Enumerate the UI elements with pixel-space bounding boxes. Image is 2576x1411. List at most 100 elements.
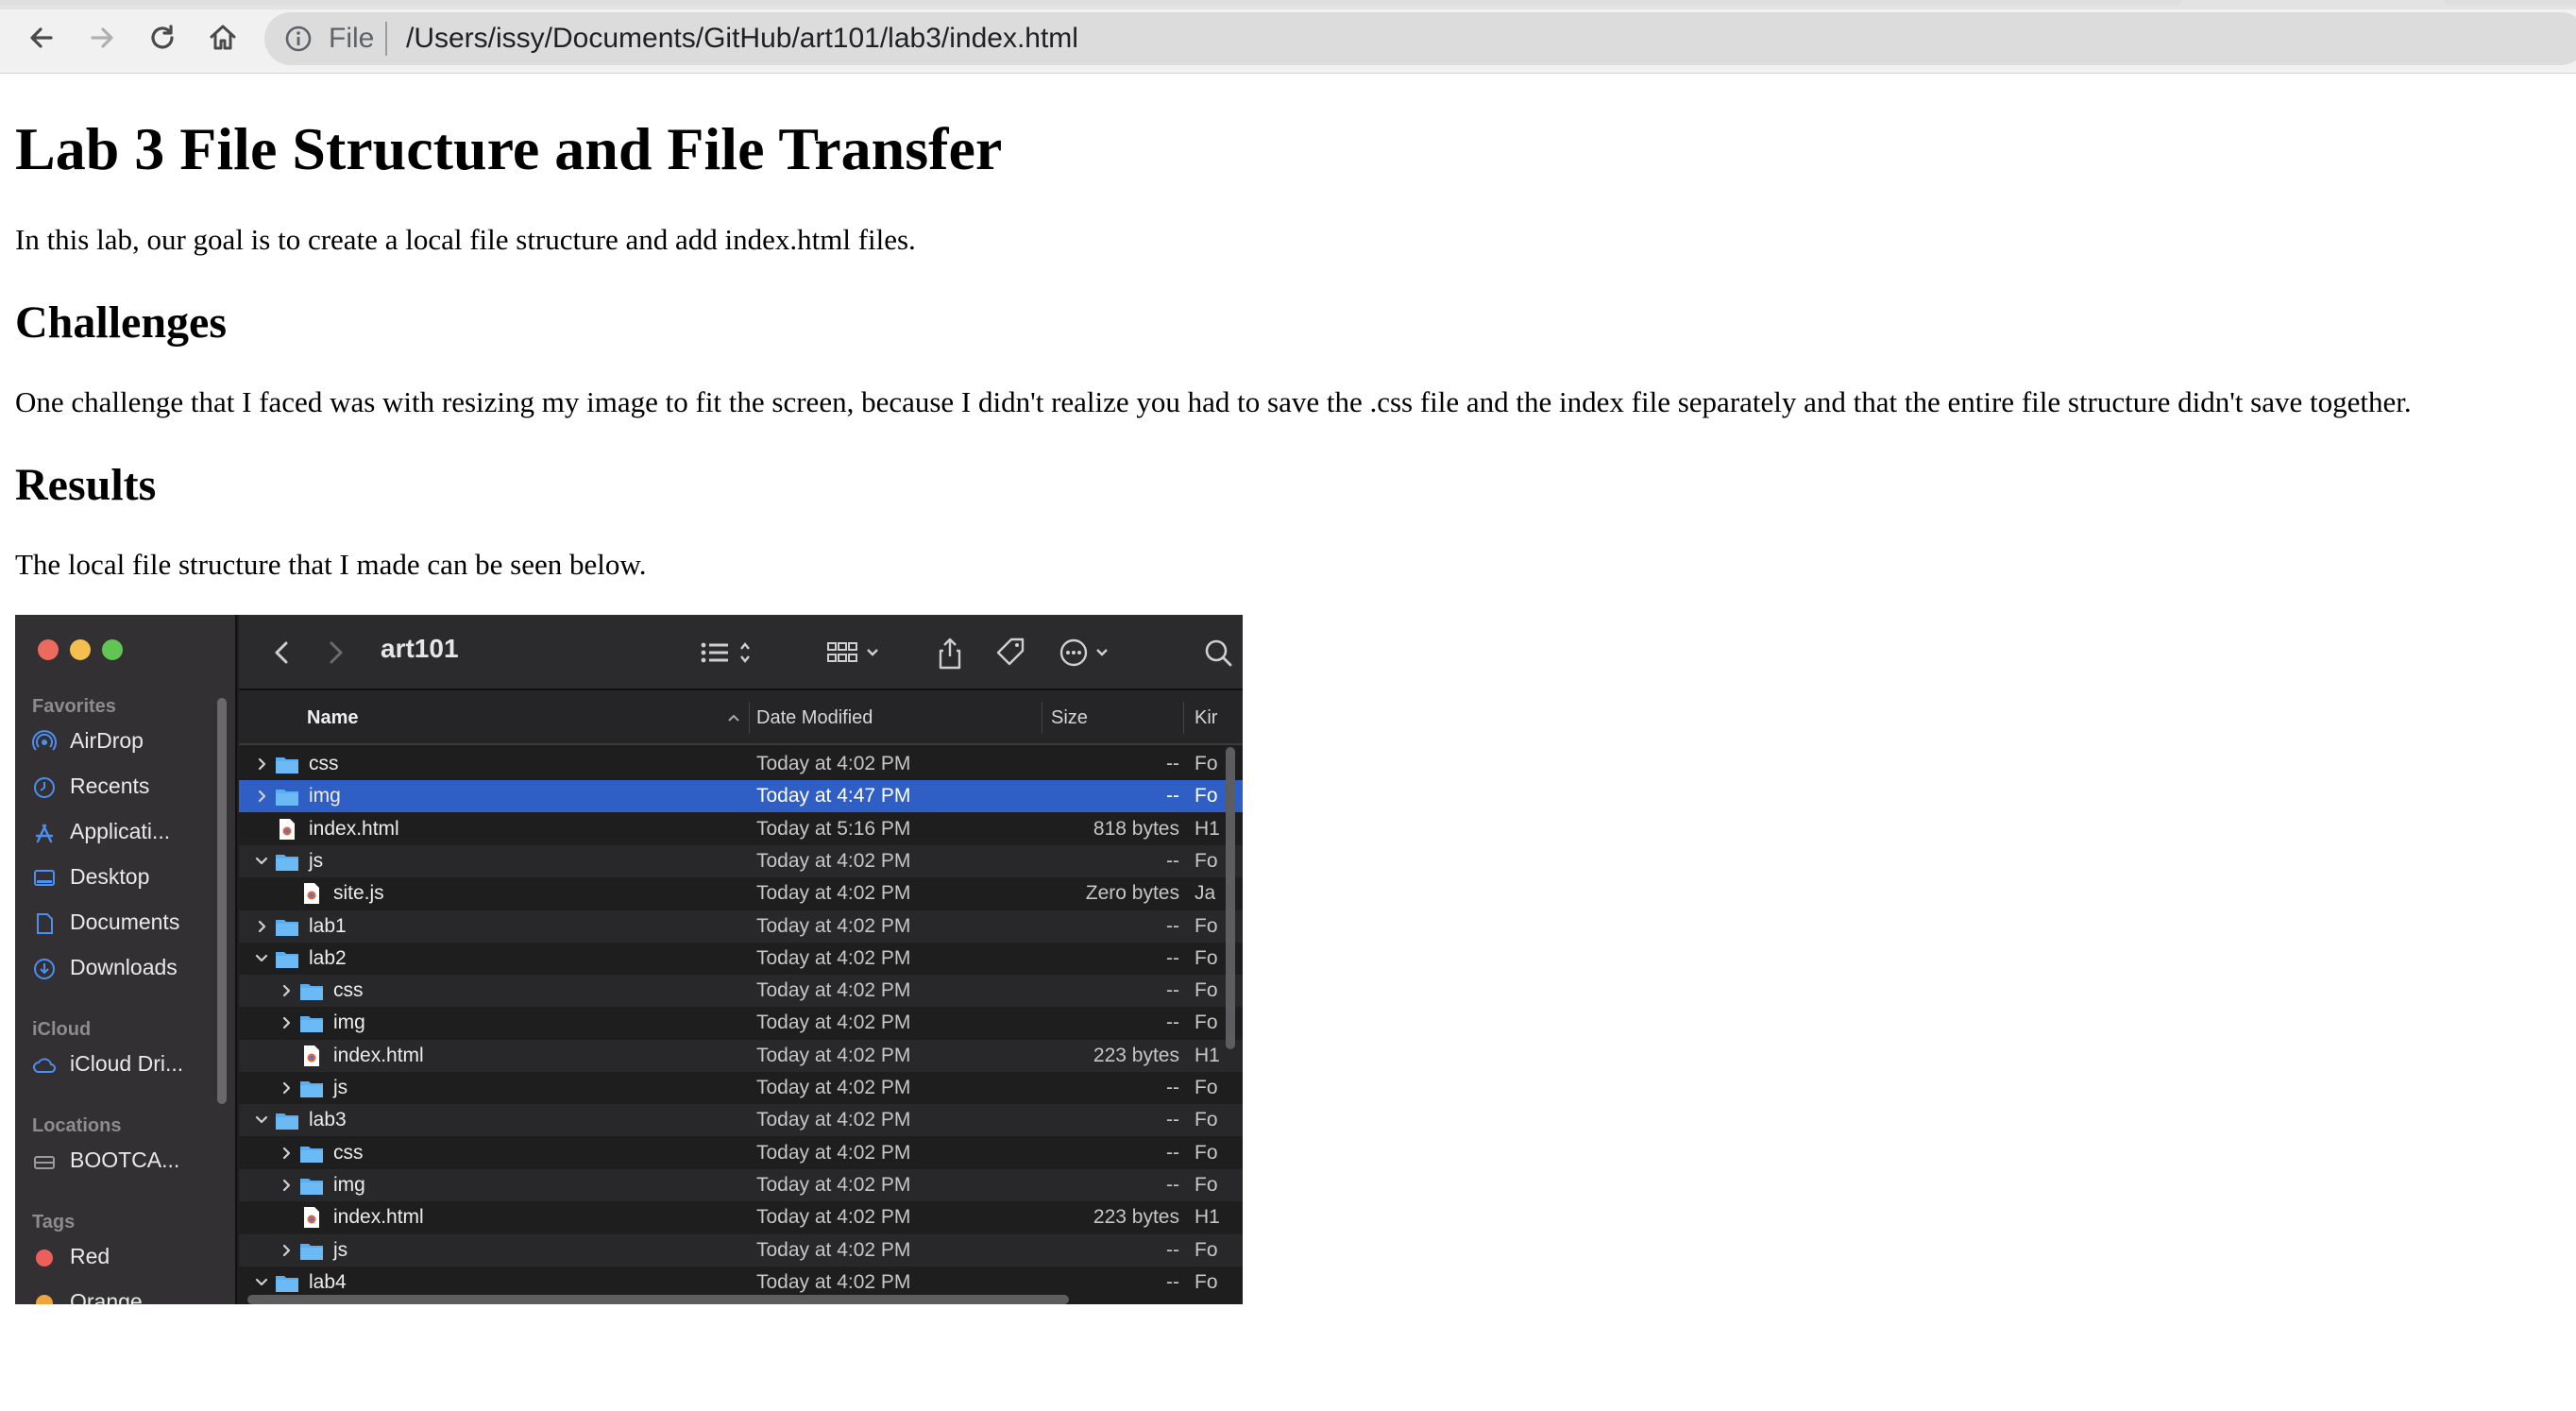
file-name: css xyxy=(333,1141,364,1164)
sidebar-section-favorites: Favorites xyxy=(32,696,116,717)
file-date-modified: Today at 4:02 PM xyxy=(756,849,911,872)
file-icon xyxy=(304,883,319,905)
file-date-modified: Today at 4:02 PM xyxy=(756,753,911,774)
file-row: css Today at 4:02 PM -- Fo xyxy=(239,975,1243,1008)
file-name: img xyxy=(333,1012,365,1034)
sort-ascending-icon xyxy=(728,714,739,722)
file-name: lab3 xyxy=(309,1109,347,1131)
close-dot xyxy=(38,639,59,660)
sidebar-item-label: AirDrop xyxy=(70,728,144,753)
address-bar[interactable]: File /Users/issy/Documents/GitHub/art101… xyxy=(264,12,2576,65)
share-icon xyxy=(939,638,961,670)
page-title: Lab 3 File Structure and File Transfer xyxy=(15,115,1003,182)
file-name: css xyxy=(333,979,364,1002)
disclosure-closed-icon xyxy=(258,790,266,803)
folder-icon xyxy=(300,1016,323,1033)
file-size: Zero bytes xyxy=(1085,882,1179,905)
chevron-left-icon xyxy=(275,641,288,664)
results-paragraph: The local file structure that I made can… xyxy=(15,548,647,581)
file-kind: Fo xyxy=(1195,946,1218,969)
file-date-modified: Today at 4:02 PM xyxy=(756,979,911,1002)
file-row: js Today at 4:02 PM -- Fo xyxy=(239,844,1243,877)
finder-toolbar: art101 xyxy=(239,615,1243,690)
url-text[interactable]: /Users/issy/Documents/GitHub/art101/lab3… xyxy=(406,22,1078,56)
file-name: css xyxy=(309,753,339,774)
file-date-modified: Today at 4:02 PM xyxy=(756,882,911,905)
sidebar-item-desktop: Desktop xyxy=(32,858,230,896)
info-icon[interactable] xyxy=(283,24,314,54)
file-size: 818 bytes xyxy=(1093,817,1179,840)
file-kind: Fo xyxy=(1195,914,1218,937)
file-name: lab2 xyxy=(309,946,347,969)
reload-icon[interactable] xyxy=(144,19,181,57)
folder-icon xyxy=(300,1081,323,1097)
column-header-row: Name Date Modified Size Kir xyxy=(239,690,1243,745)
file-date-modified: Today at 4:02 PM xyxy=(756,1077,911,1098)
file-row: css Today at 4:02 PM -- Fo xyxy=(239,1137,1243,1169)
disclosure-closed-icon xyxy=(282,1244,291,1256)
folder-icon xyxy=(276,854,298,871)
file-kind: H1 xyxy=(1195,817,1220,840)
file-size: -- xyxy=(1166,1270,1179,1293)
column-header-date: Date Modified xyxy=(756,707,873,728)
column-divider xyxy=(749,702,750,734)
chevron-right-icon xyxy=(330,641,343,664)
disclosure-open-icon xyxy=(255,857,268,864)
zoom-dot xyxy=(102,639,123,660)
sidebar-item-documents: Documents xyxy=(32,904,230,942)
file-row: index.html Today at 4:02 PM 223 bytes H1 xyxy=(239,1201,1243,1233)
file-name: img xyxy=(333,1173,365,1196)
sidebar-item-label: Documents xyxy=(70,910,180,934)
disclosure-closed-icon xyxy=(258,920,266,932)
disclosure-closed-icon xyxy=(258,757,266,771)
file-date-modified: Today at 4:02 PM xyxy=(756,1012,911,1034)
results-heading: Results xyxy=(15,460,157,510)
folder-icon xyxy=(300,1243,323,1260)
file-date-modified: Today at 4:02 PM xyxy=(756,914,911,937)
file-date-modified: Today at 5:16 PM xyxy=(756,817,911,840)
sidebar-item-label: Recents xyxy=(70,774,150,798)
file-date-modified: Today at 4:02 PM xyxy=(756,1044,911,1066)
file-row: site.js Today at 4:02 PM Zero bytes Ja xyxy=(239,877,1243,910)
tag-icon xyxy=(996,638,1025,666)
file-kind: Ja xyxy=(1195,882,1216,905)
file-size: 223 bytes xyxy=(1093,1206,1179,1229)
file-kind: Fo xyxy=(1195,1238,1218,1261)
sidebar-item-label: iCloud Dri... xyxy=(70,1051,184,1076)
disclosure-closed-icon xyxy=(282,1179,291,1191)
home-icon[interactable] xyxy=(204,19,242,57)
sidebar-item-label: Desktop xyxy=(70,864,150,889)
file-date-modified: Today at 4:02 PM xyxy=(756,1173,911,1196)
file-row: lab2 Today at 4:02 PM -- Fo xyxy=(239,943,1243,975)
file-date-modified: Today at 4:02 PM xyxy=(756,1206,911,1229)
file-size: -- xyxy=(1166,1012,1179,1034)
challenges-heading: Challenges xyxy=(15,298,228,348)
sidebar-item-airdrop: AirDrop xyxy=(32,722,230,760)
finder-window-title: art101 xyxy=(381,634,459,663)
applications-icon xyxy=(35,824,54,843)
disclosure-closed-icon xyxy=(282,984,291,997)
forward-arrow-icon[interactable] xyxy=(83,19,121,57)
file-list-vertical-scrollbar xyxy=(1226,747,1235,1049)
file-name: index.html xyxy=(309,817,399,840)
more-actions-icon xyxy=(1059,638,1108,667)
file-kind: Fo xyxy=(1195,1173,1218,1196)
file-row: img Today at 4:02 PM -- Fo xyxy=(239,1168,1243,1201)
file-name: js xyxy=(333,1238,348,1261)
file-kind: Fo xyxy=(1195,979,1218,1002)
sidebar-item-label: Orange xyxy=(70,1289,143,1304)
file-icon xyxy=(280,818,295,840)
file-row: lab3 Today at 4:02 PM -- Fo xyxy=(239,1104,1243,1137)
sidebar-item-tag-orange: Orange xyxy=(32,1284,230,1304)
file-name: lab4 xyxy=(309,1270,347,1293)
finder-screenshot: Favorites AirDrop Recents Applicati... D… xyxy=(15,615,1243,1304)
cloud-icon xyxy=(33,1058,56,1073)
disclosure-closed-icon xyxy=(282,1147,291,1159)
download-icon xyxy=(34,959,55,979)
sidebar-item-bootcamp: BOOTCA... xyxy=(32,1142,230,1180)
back-arrow-icon[interactable] xyxy=(23,19,60,57)
file-kind: H1 xyxy=(1195,1044,1220,1066)
file-kind: H1 xyxy=(1195,1206,1220,1229)
file-name: index.html xyxy=(333,1044,424,1066)
folder-icon xyxy=(300,1178,323,1195)
